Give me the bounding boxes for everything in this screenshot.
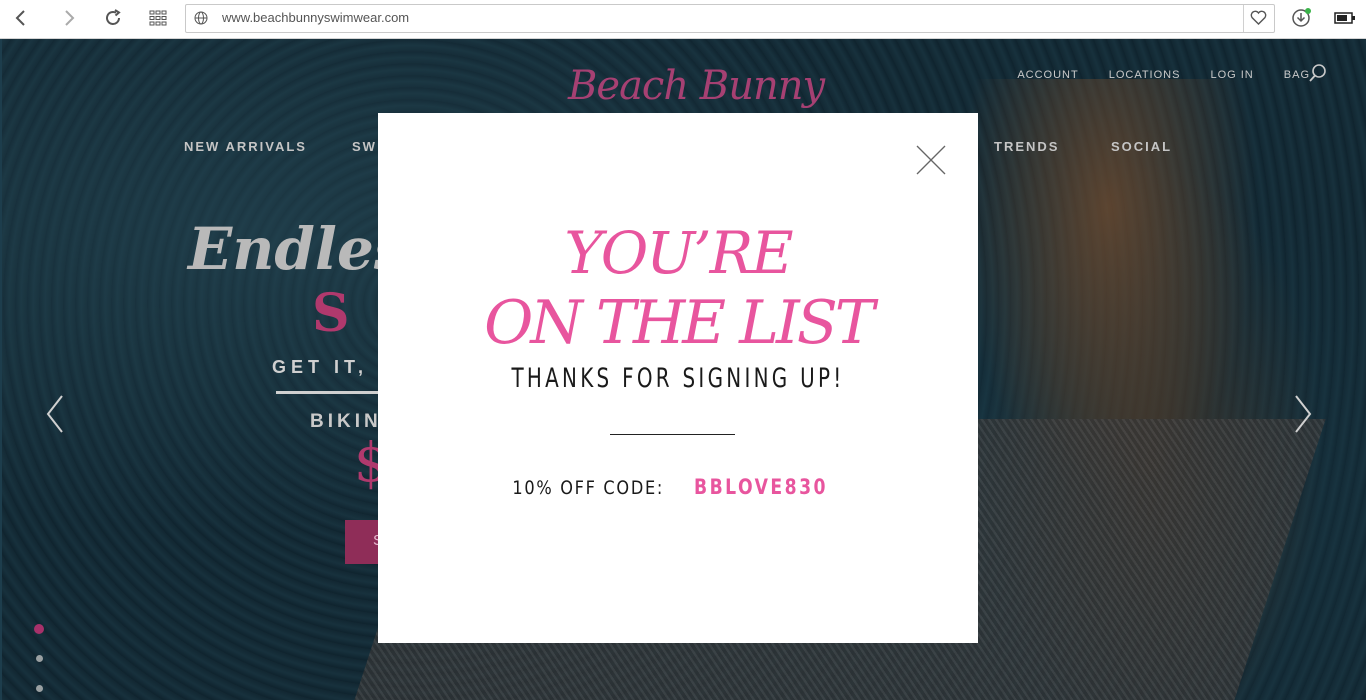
discount-code-value[interactable]: BBLOVE830 [694, 475, 828, 499]
utility-nav: ACCOUNT LOCATIONS LOG IN BAG [1017, 69, 1310, 81]
discount-code-row: 10% OFF CODE: BBLOVE830 [378, 475, 978, 499]
modal-divider [610, 434, 735, 435]
hero-bikini-text: BIKIN [310, 411, 382, 432]
search-icon[interactable] [1308, 63, 1328, 88]
signup-confirmation-modal: YOU’RE ON THE LIST THANKS FOR SIGNING UP… [378, 113, 978, 643]
nav-swim[interactable]: SW [352, 139, 377, 154]
back-icon[interactable] [6, 4, 36, 32]
nav-social[interactable]: SOCIAL [1111, 139, 1172, 154]
bag-link[interactable]: BAG [1284, 69, 1310, 81]
hero-divider [276, 391, 386, 394]
login-link[interactable]: LOG IN [1210, 69, 1253, 81]
url-text: www.beachbunnyswimwear.com [222, 10, 410, 25]
heart-icon[interactable] [1250, 10, 1267, 30]
address-bar[interactable]: www.beachbunnyswimwear.com [185, 4, 1275, 33]
carousel-dot-1[interactable] [34, 624, 44, 634]
modal-heading-line1: YOU’RE [564, 219, 793, 287]
nav-trends[interactable]: TRENDS [994, 139, 1059, 154]
carousel-next-icon[interactable] [1292, 394, 1314, 434]
close-icon[interactable] [916, 145, 946, 175]
account-link[interactable]: ACCOUNT [1017, 69, 1078, 81]
battery-icon [1330, 4, 1360, 32]
download-icon[interactable] [1286, 4, 1316, 32]
apps-grid-icon[interactable] [143, 4, 173, 32]
hero-title: Endles [188, 215, 407, 283]
discount-code-label: 10% OFF CODE: [512, 477, 664, 499]
site-logo[interactable]: Beach Bunny [568, 63, 825, 109]
modal-heading-line2: ON THE LIST [484, 288, 875, 358]
carousel-dot-2[interactable] [36, 655, 43, 662]
carousel-prev-icon[interactable] [44, 394, 66, 434]
globe-icon [194, 11, 208, 30]
browser-toolbar: www.beachbunnyswimwear.com [0, 0, 1366, 39]
carousel-dot-3[interactable] [36, 685, 43, 692]
nav-new-arrivals[interactable]: NEW ARRIVALS [184, 139, 307, 154]
forward-icon[interactable] [54, 4, 84, 32]
modal-thanks-text: THANKS FOR SIGNING UP! [511, 363, 845, 394]
reload-icon[interactable] [98, 4, 128, 32]
locations-link[interactable]: LOCATIONS [1109, 69, 1181, 81]
divider [1243, 5, 1244, 32]
